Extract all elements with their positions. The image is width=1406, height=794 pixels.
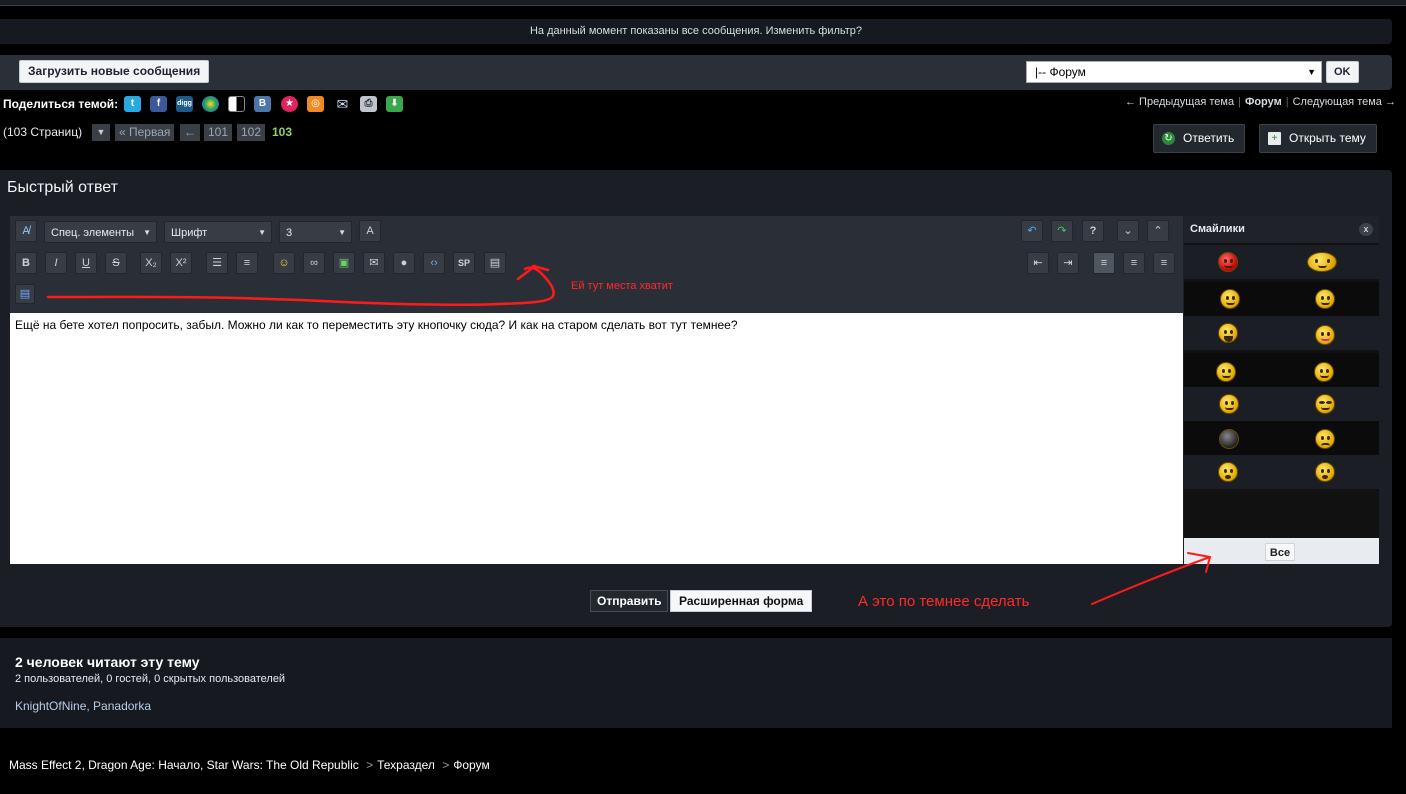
viewers-subtitle: 2 пользователей, 0 гостей, 0 скрытых пол… — [15, 673, 286, 685]
annotation-stroke-2 — [1091, 552, 1211, 605]
viewers-title: 2 человек читают эту тему — [15, 654, 200, 670]
breadcrumb-separator: > — [366, 758, 374, 772]
user-link[interactable]: Panadorka — [93, 699, 151, 713]
annotation-stroke-1 — [46, 264, 555, 307]
breadcrumb-item[interactable]: Техраздел — [377, 758, 435, 772]
breadcrumb: Mass Effect 2, Dragon Age: Начало, Star … — [9, 758, 490, 772]
annotation-note-2: А это по темнее сделать — [858, 593, 1030, 610]
breadcrumb-item[interactable]: Форум — [453, 758, 489, 772]
annotation-note-1: Ей тут места хватит — [571, 280, 673, 292]
breadcrumb-separator: > — [442, 758, 450, 772]
breadcrumb-item[interactable]: Mass Effect 2, Dragon Age: Начало, Star … — [9, 758, 359, 772]
viewer-list: KnightOfNine, Panadorka — [15, 699, 151, 713]
user-link[interactable]: KnightOfNine — [15, 699, 86, 713]
